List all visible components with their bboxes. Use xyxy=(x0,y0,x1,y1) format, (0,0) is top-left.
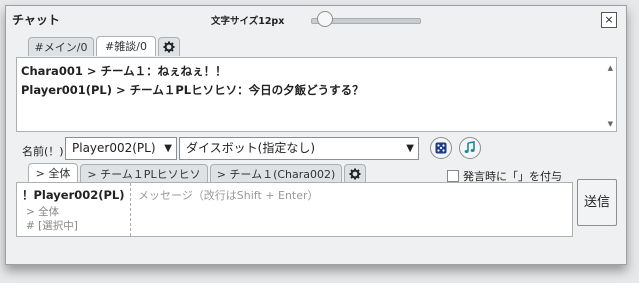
scroll-down-icon[interactable]: ▼ xyxy=(608,120,613,128)
message-input[interactable]: メッセージ（改行はShift + Enter） xyxy=(138,187,319,203)
gear-icon xyxy=(349,168,361,180)
font-size-label: 文字サイズ12px xyxy=(211,16,285,27)
gear-icon xyxy=(163,41,175,53)
dicebot-select[interactable]: ダイスボット(指定なし) ▼ xyxy=(179,137,419,160)
message-input-area[interactable]: ！Player002(PL) > 全体 # [選択中] メッセージ（改行はShi… xyxy=(16,182,573,237)
sender-name: ！Player002(PL) xyxy=(22,188,125,202)
title-bar[interactable]: チャット 文字サイズ12px × xyxy=(6,6,626,30)
input-divider xyxy=(130,183,131,236)
scroll-up-icon[interactable]: ▲ xyxy=(608,64,613,72)
chat-log[interactable]: Chara001 > チーム１：ねぇねぇ！！ Player001(PL) > チ… xyxy=(16,57,617,132)
window-title: チャット xyxy=(12,13,60,27)
tab-target-all[interactable]: > 全体 xyxy=(28,163,78,183)
close-button[interactable]: × xyxy=(601,12,617,28)
font-size-slider-thumb[interactable] xyxy=(317,11,333,27)
dicebot-select-value: ダイスボット(指定なし) xyxy=(186,141,316,155)
name-select-value: Player002(PL) xyxy=(72,141,156,155)
send-button[interactable]: 送信 xyxy=(577,179,617,226)
log-tab-settings[interactable] xyxy=(158,37,180,56)
chevron-down-icon: ▼ xyxy=(406,143,414,154)
target-tab-settings[interactable] xyxy=(344,164,366,183)
tab-main[interactable]: #メイン/0 xyxy=(28,37,94,56)
name-label: 名前(！) xyxy=(22,145,64,158)
selection-indicator: # [選択中] xyxy=(26,220,78,232)
chat-window: チャット 文字サイズ12px × #メイン/0 #雑談/0 Chara001 >… xyxy=(5,5,627,265)
chevron-down-icon: ▼ xyxy=(164,143,172,154)
tab-chat[interactable]: #雑談/0 xyxy=(96,36,156,56)
log-line: Player001(PL) > チーム１PLヒソヒソ：今日の夕飯どうする？ xyxy=(21,83,364,97)
tab-target-team1-chara[interactable]: > チーム１(Chara002) xyxy=(210,164,342,183)
music-note-icon xyxy=(464,141,475,153)
bracket-checkbox[interactable] xyxy=(447,170,459,182)
tab-target-team1-pl[interactable]: > チーム１PLヒソヒソ xyxy=(80,164,208,183)
dice-button[interactable] xyxy=(430,137,452,159)
dice-icon xyxy=(435,142,447,154)
bgm-button[interactable] xyxy=(459,137,481,159)
name-select[interactable]: Player002(PL) ▼ xyxy=(65,137,177,160)
target-indicator: > 全体 xyxy=(26,206,60,218)
log-line: Chara001 > チーム１：ねぇねぇ！！ xyxy=(21,64,227,78)
